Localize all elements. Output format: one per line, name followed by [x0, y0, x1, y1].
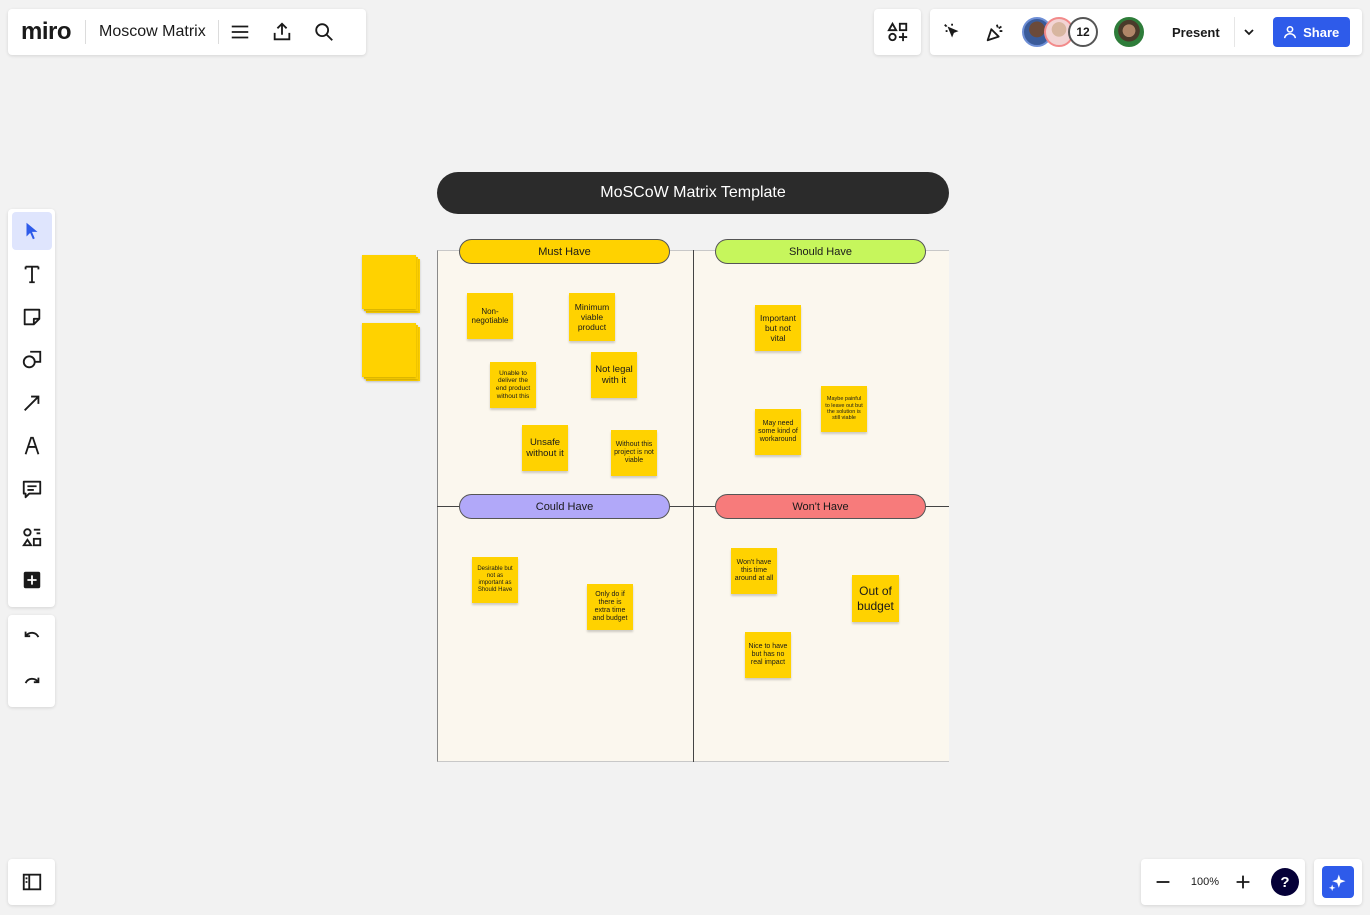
arrow-icon — [23, 395, 39, 411]
redo-icon — [24, 677, 39, 684]
sparkle-icon — [1322, 866, 1354, 898]
search-icon[interactable] — [303, 9, 345, 55]
zoom-out-button[interactable] — [1141, 859, 1185, 905]
quadrant-label-could-have[interactable]: Could Have — [459, 494, 670, 519]
redo-button[interactable] — [8, 661, 55, 707]
collaboration-bar: 12 Present Share — [930, 9, 1362, 55]
zoom-in-button[interactable] — [1225, 859, 1261, 905]
plus-square-icon — [23, 571, 40, 588]
divider — [85, 20, 87, 44]
user-avatar[interactable] — [1114, 17, 1144, 47]
sticky-note[interactable]: Important but not vital — [755, 305, 801, 351]
matrix-title[interactable]: MoSCoW Matrix Template — [437, 172, 949, 214]
sticky-note[interactable]: Unsafe without it — [522, 425, 568, 471]
select-tool[interactable] — [8, 209, 55, 252]
undo-icon — [24, 631, 39, 638]
pen-icon — [24, 436, 39, 455]
user-icon — [1284, 25, 1297, 39]
sticky-note-tool[interactable] — [8, 295, 55, 338]
history-toolbar — [8, 615, 55, 707]
sticky-note[interactable]: Only do if there is extra time and budge… — [587, 584, 633, 630]
text-tool[interactable] — [8, 252, 55, 295]
quadrant-label-should-have[interactable]: Should Have — [715, 239, 926, 264]
present-label: Present — [1172, 24, 1220, 40]
creation-toolbar — [8, 209, 55, 607]
board-title[interactable]: Moscow Matrix — [99, 23, 206, 41]
pen-tool[interactable] — [8, 424, 55, 467]
sticky-note[interactable]: Won't have this time around at all — [731, 548, 777, 594]
sticky-note-stack[interactable] — [362, 255, 420, 313]
export-icon[interactable] — [261, 9, 303, 55]
quadrant-label-wont-have[interactable]: Won't Have — [715, 494, 926, 519]
sticky-note[interactable]: Out of budget — [852, 575, 899, 622]
celebrate-icon[interactable] — [974, 9, 1016, 55]
ai-assist-button[interactable] — [1314, 859, 1362, 905]
menu-icon[interactable] — [219, 9, 261, 55]
chevron-down-icon[interactable] — [1235, 26, 1263, 38]
collaborator-count[interactable]: 12 — [1068, 17, 1098, 47]
sticky-note[interactable]: Maybe painful to leave out but the solut… — [821, 386, 867, 432]
cursor-icon — [26, 222, 37, 239]
cursor-reactions-icon[interactable] — [932, 9, 974, 55]
share-button[interactable]: Share — [1272, 17, 1350, 47]
sticky-note[interactable]: Minimum viable product — [569, 293, 615, 341]
sticky-note[interactable]: Not legal with it — [591, 352, 637, 398]
sidebar-icon — [22, 873, 41, 891]
shapes-tool[interactable] — [8, 338, 55, 381]
more-tools[interactable] — [8, 558, 55, 601]
templates-tool[interactable] — [8, 515, 55, 558]
comment-icon — [22, 480, 41, 498]
zoom-level[interactable]: 100% — [1185, 876, 1225, 888]
help-button[interactable]: ? — [1271, 868, 1299, 896]
plus-icon — [1236, 875, 1250, 889]
present-button[interactable]: Present — [1158, 17, 1263, 47]
diagram-icon — [21, 527, 41, 546]
sticky-note[interactable]: Desirable but not as important as Should… — [472, 557, 518, 603]
sticky-note-stack[interactable] — [362, 323, 420, 381]
shapes-plus-icon — [886, 21, 907, 42]
shapes-icon — [22, 350, 41, 368]
sticky-note[interactable]: Without this project is not viable — [611, 430, 657, 476]
comment-tool[interactable] — [8, 467, 55, 510]
sticky-note-icon — [23, 308, 40, 325]
miro-logo[interactable]: miro — [21, 18, 72, 46]
zoom-controls: 100% ? — [1141, 859, 1305, 905]
minus-icon — [1156, 881, 1170, 883]
sticky-note[interactable]: Unable to deliver the end product withou… — [490, 362, 536, 408]
connector-tool[interactable] — [8, 381, 55, 424]
frames-panel-button[interactable] — [8, 859, 55, 905]
board-header: miro Moscow Matrix — [8, 9, 366, 55]
sticky-note[interactable]: Nice to have but has no real impact — [745, 632, 791, 678]
undo-button[interactable] — [8, 615, 55, 661]
sticky-note[interactable]: May need some kind of workaround — [755, 409, 801, 455]
quadrant-label-must-have[interactable]: Must Have — [459, 239, 670, 264]
apps-button[interactable] — [874, 9, 921, 55]
text-icon — [24, 265, 39, 283]
sticky-note[interactable]: Non-negotiable — [467, 293, 513, 339]
collaborator-avatars[interactable]: 12 — [1022, 17, 1098, 47]
share-label: Share — [1303, 24, 1340, 40]
